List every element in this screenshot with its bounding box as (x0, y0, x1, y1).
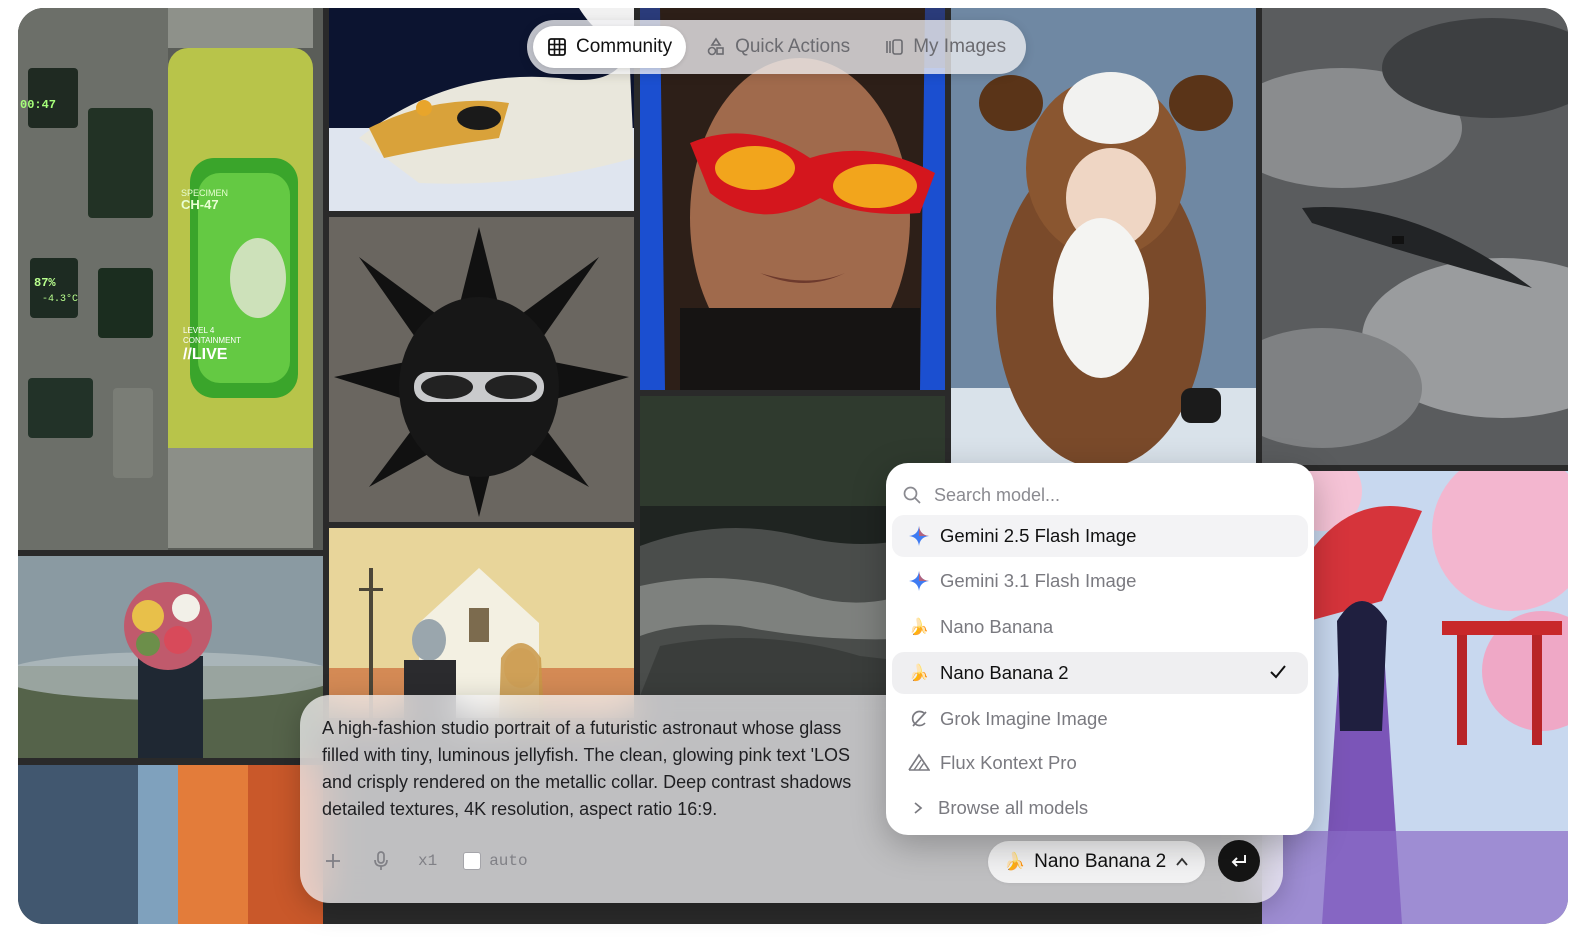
model-option-label: Flux Kontext Pro (940, 752, 1077, 773)
prompt-textarea[interactable]: A high-fashion studio portrait of a futu… (322, 715, 892, 823)
auto-toggle[interactable]: auto (463, 852, 528, 870)
gallery-icon (886, 39, 903, 55)
chevron-up-icon (1176, 857, 1188, 866)
checkmark-icon (1270, 665, 1286, 679)
model-option-label: Gemini 3.1 Flash Image (940, 570, 1137, 591)
selected-model-label: Nano Banana 2 (1034, 851, 1167, 872)
grid-icon (548, 38, 566, 56)
model-option-nano-banana[interactable]: 🍌 Nano Banana (892, 606, 1308, 648)
chevron-right-icon (914, 802, 923, 814)
browse-all-models-label: Browse all models (938, 797, 1089, 818)
voice-input-button[interactable] (370, 850, 392, 872)
model-option-nano-banana-2[interactable]: 🍌 Nano Banana 2 (892, 652, 1308, 694)
model-option-label: Nano Banana (940, 616, 1054, 637)
gallery-image-robot-american-gothic[interactable] (329, 528, 634, 718)
prompt-line: filled with tiny, luminous jellyfish. Th… (322, 745, 851, 765)
submit-button[interactable] (1218, 840, 1260, 882)
prompt-toolbar: x1 auto (322, 845, 528, 877)
lab-percent-text: 87% (34, 276, 56, 290)
banana-icon: 🍌 (1004, 852, 1026, 871)
lab-containment-word: CONTAINMENT (183, 336, 242, 345)
search-icon (903, 486, 921, 504)
prompt-line: and crisply rendered on the metallic col… (322, 772, 852, 792)
model-option-flux-kontext[interactable]: Flux Kontext Pro (892, 742, 1308, 784)
banana-icon: 🍌 (909, 619, 929, 636)
model-option-label: Grok Imagine Image (940, 708, 1108, 729)
model-option-gemini-3-1[interactable]: Gemini 3.1 Flash Image (892, 560, 1308, 602)
flux-icon (908, 752, 930, 774)
gemini-sparkle-icon (908, 570, 930, 592)
model-option-label: Nano Banana 2 (940, 662, 1069, 683)
prompt-line: detailed textures, 4K resolution, aspect… (322, 799, 718, 819)
view-switcher: Community Quick Actions My Images (527, 20, 1027, 74)
banana-icon: 🍌 (909, 665, 929, 682)
model-search (902, 473, 1298, 517)
lab-level-word: LEVEL 4 (183, 326, 215, 335)
model-search-input[interactable] (932, 483, 1276, 507)
model-dropdown: Gemini 2.5 Flash Image Gemini 3.1 Flash … (886, 463, 1314, 835)
tab-community[interactable]: Community (533, 26, 687, 68)
add-attachment-button[interactable] (322, 850, 344, 872)
shapes-icon (707, 37, 724, 56)
lab-live-label: LEVEL 4 CONTAINMENT //LIVE (183, 326, 241, 364)
microphone-icon (374, 851, 388, 870)
gemini-sparkle-icon (908, 525, 930, 547)
lab-live-word: //LIVE (183, 346, 228, 363)
tab-quick-actions-label: Quick Actions (735, 36, 851, 57)
auto-label: auto (489, 852, 528, 870)
browse-all-models-link[interactable]: Browse all models (892, 787, 1308, 829)
lab-specimen-label: SPECIMEN CH-47 (181, 188, 228, 212)
model-selector-button[interactable]: 🍌 Nano Banana 2 (988, 841, 1206, 883)
gallery-image-specimen-lab[interactable]: 00:47 SPECIMEN CH-47 87% -4.3°C LEVEL 4 … (18, 8, 323, 550)
model-option-gemini-2-5[interactable]: Gemini 2.5 Flash Image (892, 515, 1308, 557)
plus-icon (326, 854, 340, 868)
gallery-image-blurred-orange[interactable] (18, 765, 323, 924)
gallery-image-airship-clouds[interactable] (1262, 8, 1568, 465)
auto-checkbox[interactable] (463, 852, 482, 870)
image-count-button[interactable]: x1 (418, 852, 437, 870)
lab-screen-text: 00:47 (20, 98, 57, 112)
gallery-image-baby-cow-costume[interactable] (951, 8, 1256, 463)
gallery-image-flower-head-man[interactable] (18, 556, 323, 758)
lab-specimen-id: CH-47 (181, 197, 219, 212)
model-option-label: Gemini 2.5 Flash Image (940, 525, 1137, 546)
prompt-line: A high-fashion studio portrait of a futu… (322, 718, 842, 738)
tab-quick-actions[interactable]: Quick Actions (692, 26, 864, 68)
grok-icon (908, 708, 930, 730)
tab-community-label: Community (576, 36, 673, 57)
model-option-grok-imagine[interactable]: Grok Imagine Image (892, 698, 1308, 740)
tab-my-images-label: My Images (913, 36, 1007, 57)
enter-icon (1231, 855, 1246, 867)
lab-temp-text: -4.3°C (42, 294, 79, 305)
gallery-image-spiky-cat-sunglasses[interactable] (329, 217, 634, 522)
tab-my-images[interactable]: My Images (870, 26, 1020, 68)
